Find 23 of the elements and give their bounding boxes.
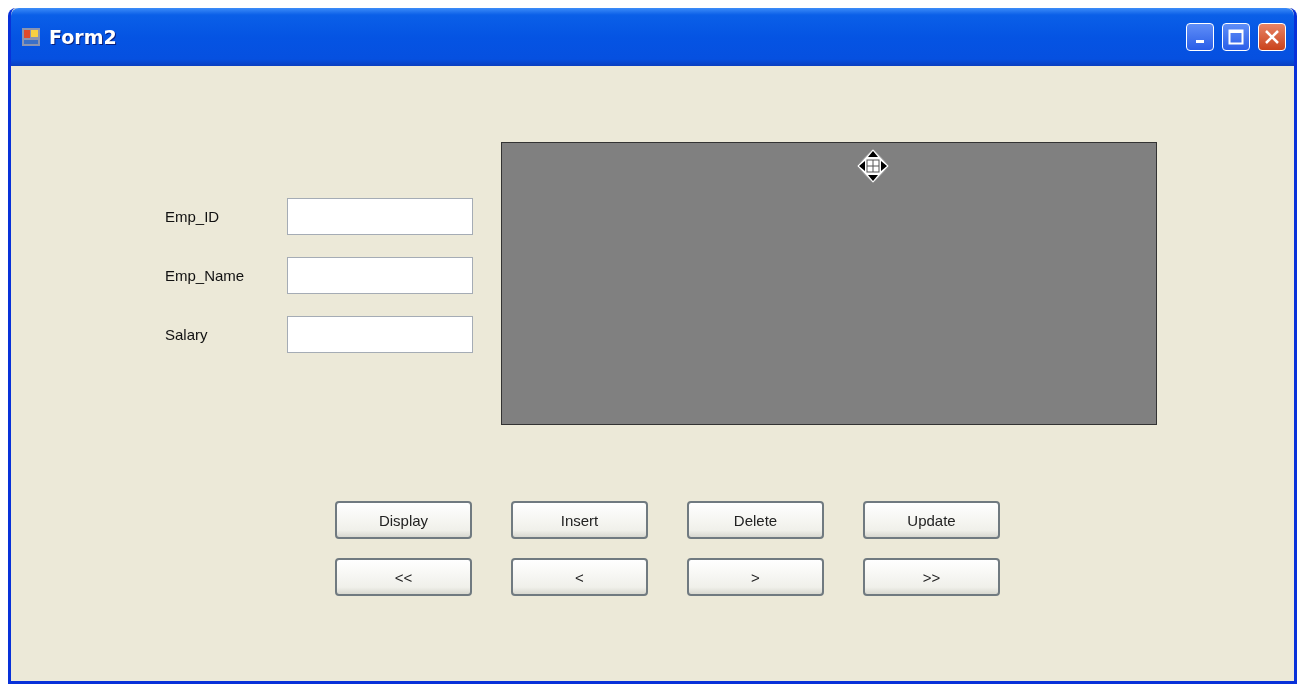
navigation-button[interactable]: >	[687, 558, 824, 596]
text-field[interactable]	[287, 198, 473, 235]
app-icon	[21, 27, 41, 47]
window-title: Form2	[49, 26, 118, 48]
text-field[interactable]	[287, 316, 473, 353]
action-button[interactable]: Display	[335, 501, 472, 539]
navigation-button[interactable]: <<	[335, 558, 472, 596]
action-button[interactable]: Update	[863, 501, 1000, 539]
text-field[interactable]	[287, 257, 473, 294]
navigation-button[interactable]: <	[511, 558, 648, 596]
action-button[interactable]: Delete	[687, 501, 824, 539]
field-label: Salary	[165, 326, 209, 343]
field-label: Emp_ID	[165, 208, 221, 225]
minimize-button[interactable]	[1186, 23, 1214, 51]
navigation-button[interactable]: >>	[863, 558, 1000, 596]
field-label: Emp_Name	[165, 267, 246, 284]
close-button[interactable]	[1258, 23, 1286, 51]
move-handle-icon[interactable]	[855, 147, 891, 185]
maximize-button[interactable]	[1222, 23, 1250, 51]
action-button[interactable]: Insert	[511, 501, 648, 539]
close-icon	[1264, 29, 1280, 45]
minimize-icon	[1196, 40, 1204, 43]
maximize-icon	[1228, 29, 1244, 45]
